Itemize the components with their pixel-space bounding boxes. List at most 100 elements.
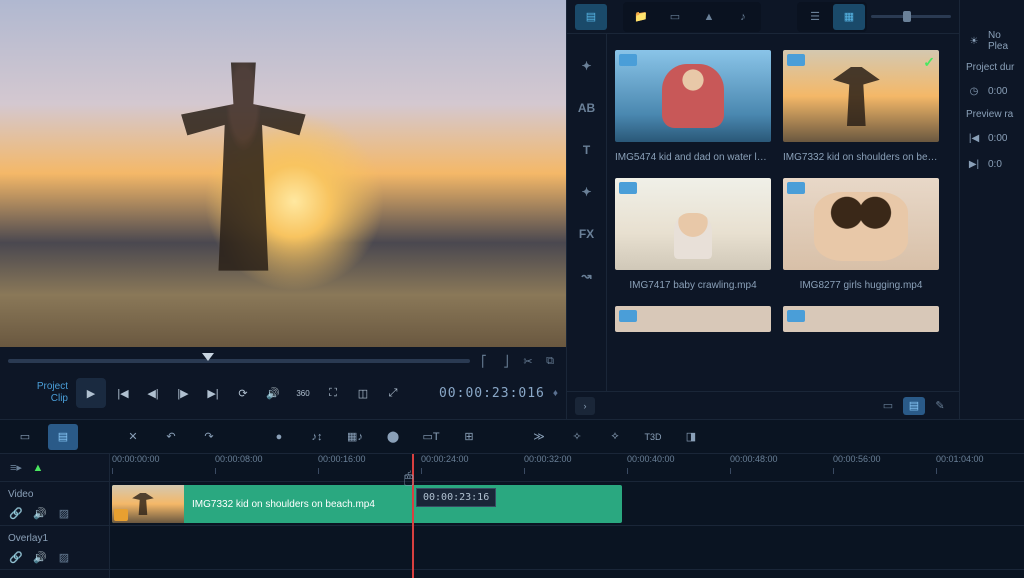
view-group: ☰ ▦ <box>797 2 867 32</box>
storyboard-view-icon[interactable]: ▭ <box>877 397 899 415</box>
scrub-marker[interactable] <box>202 353 214 361</box>
multi-cam-icon[interactable]: ⊞ <box>454 424 484 450</box>
add-track-icon[interactable]: ▲ <box>30 461 46 475</box>
next-frame-button[interactable]: |▶ <box>170 380 196 406</box>
speed-icon[interactable]: ≫ <box>524 424 554 450</box>
fx-wand-icon[interactable]: ✦ <box>573 54 601 78</box>
scrub-track[interactable] <box>8 359 470 363</box>
mark-in-icon: |◀ <box>966 130 982 146</box>
play-button[interactable]: ▶ <box>76 378 106 408</box>
link-icon[interactable]: 🔗 <box>8 506 24 520</box>
end-button[interactable]: ▶| <box>200 380 226 406</box>
preview-image <box>0 0 566 347</box>
storyboard-mode-icon[interactable]: ▭ <box>10 424 40 450</box>
check-icon: ✓ <box>923 54 935 71</box>
undo-icon[interactable]: ↶ <box>156 424 186 450</box>
mode-clip[interactable]: Clip <box>8 393 68 405</box>
filter-photo-icon[interactable]: ▲ <box>693 4 725 30</box>
title-icon[interactable]: T <box>573 138 601 162</box>
scroll-right-icon[interactable]: › <box>575 397 595 415</box>
fx-label-icon[interactable]: FX <box>573 222 601 246</box>
loop-button[interactable]: ⟳ <box>230 380 256 406</box>
clip-card[interactable]: IMG7417 baby crawling.mp4 <box>615 178 771 300</box>
timeline-view-icon[interactable]: ▤ <box>903 397 925 415</box>
overlay-track-header[interactable]: Overlay1 🔗 🔊 ▨ <box>0 526 109 570</box>
mute-icon[interactable]: 🔊 <box>32 506 48 520</box>
disable-icon[interactable]: ▨ <box>56 550 72 564</box>
auto-music-icon[interactable]: ▦♪ <box>340 424 370 450</box>
overlay-track-lane[interactable] <box>110 526 1024 570</box>
add-folder-icon[interactable]: 📁 <box>625 4 657 30</box>
disable-icon[interactable]: ▨ <box>56 506 72 520</box>
ab-transition-icon[interactable]: AB <box>573 96 601 120</box>
clip-card[interactable] <box>615 306 771 332</box>
crop-icon[interactable]: ⟡ <box>600 424 630 450</box>
library-panel: ▤ 📁 ▭ ▲ ♪ ☰ ▦ ✦ AB T <box>567 0 960 419</box>
clip-label: IMG7332 kid on shoulders on beach.mp4 <box>184 499 383 510</box>
copy-icon[interactable]: ⧉ <box>542 353 558 369</box>
list-view-icon[interactable]: ☰ <box>799 4 831 30</box>
split-screen-icon[interactable]: ◨ <box>676 424 706 450</box>
clip-card[interactable]: ✓ IMG7332 kid on shoulders on beach.mp4 <box>783 50 939 172</box>
playback-row: Project Clip ▶ |◀ ◀| |▶ ▶| ⟳ 🔊 360 ⛶ ◫ ⤢… <box>8 371 558 415</box>
timecode-end: ♦ <box>553 388 558 399</box>
time-ruler[interactable]: 00:00:00:00 00:00:08:00 00:00:16:00 00:0… <box>110 454 1024 482</box>
split-button[interactable]: ◫ <box>350 380 376 406</box>
timeline-clip[interactable]: IMG7332 kid on shoulders on beach.mp4 <box>112 485 622 523</box>
top-row: ⎡ ⎦ ✂ ⧉ Project Clip ▶ |◀ ◀| |▶ ▶| ⟳ <box>0 0 1024 420</box>
volume-button[interactable]: 🔊 <box>260 380 286 406</box>
audio-mixer-icon[interactable]: ♪↕ <box>302 424 332 450</box>
link-icon[interactable]: 🔗 <box>8 550 24 564</box>
prev-frame-button[interactable]: ◀| <box>140 380 166 406</box>
range-start[interactable]: |◀ 0:00 <box>966 130 1018 146</box>
expand-button[interactable]: ⤢ <box>380 380 406 406</box>
360-button[interactable]: 360 <box>290 380 316 406</box>
edit-view-icon[interactable]: ✎ <box>929 397 951 415</box>
library-body: ✦ AB T ✦ FX ↝ IMG5474 kid and dad on wat… <box>567 34 959 391</box>
timeline-area: ▭ ▤ ✕ ↶ ↷ ● ♪↕ ▦♪ ⬤ ▭T ⊞ ≫ ✧ ⟡ T3D ◨ ≡▸ … <box>0 420 1024 578</box>
fullscreen-button[interactable]: ⛶ <box>320 380 346 406</box>
path-icon[interactable]: ↝ <box>573 264 601 288</box>
clip-card[interactable] <box>783 306 939 332</box>
grid-view-icon[interactable]: ▦ <box>833 4 865 30</box>
video-track-lane[interactable]: IMG7332 kid on shoulders on beach.mp4 <box>110 482 1024 526</box>
filter-audio-icon[interactable]: ♪ <box>727 4 759 30</box>
thumbnail-size-slider[interactable] <box>871 15 951 18</box>
3d-title-icon[interactable]: T3D <box>638 424 668 450</box>
clip-card[interactable]: IMG5474 kid and dad on water lside.mp4 <box>615 50 771 172</box>
track-motion-icon[interactable]: ⬤ <box>378 424 408 450</box>
subtitle-icon[interactable]: ▭T <box>416 424 446 450</box>
range-end[interactable]: ▶| 0:0 <box>966 156 1018 172</box>
preview-canvas[interactable] <box>0 0 566 347</box>
home-button[interactable]: |◀ <box>110 380 136 406</box>
filter-video-icon[interactable]: ▭ <box>659 4 691 30</box>
scissors-icon[interactable]: ✂ <box>520 353 536 369</box>
library-footer: › ▭ ▤ ✎ <box>567 391 959 419</box>
motion-icon[interactable]: ✧ <box>562 424 592 450</box>
preview-range-label: Preview ra <box>966 109 1018 120</box>
track-lanes[interactable]: 00:00:00:00 00:00:08:00 00:00:16:00 00:0… <box>110 454 1024 578</box>
ruler-tick: 00:01:04:00 <box>936 454 984 464</box>
menu-icon[interactable]: ≡▸ <box>8 461 24 475</box>
mark-out-icon[interactable]: ⎦ <box>498 353 514 369</box>
video-badge-icon <box>619 182 637 194</box>
record-icon[interactable]: ● <box>264 424 294 450</box>
mode-project[interactable]: Project <box>8 381 68 393</box>
ruler-header: ≡▸ ▲ <box>0 454 109 482</box>
timeline-mode-icon[interactable]: ▤ <box>48 424 78 450</box>
playhead-handle-icon[interactable]: 🖱 <box>404 470 422 488</box>
clock-icon: ◷ <box>966 83 982 99</box>
clip-card[interactable]: IMG8277 girls hugging.mp4 <box>783 178 939 300</box>
mark-in-icon[interactable]: ⎡ <box>476 353 492 369</box>
ruler-tick: 00:00:24:00 <box>421 454 469 464</box>
mute-icon[interactable]: 🔊 <box>32 550 48 564</box>
media-tab[interactable]: ▤ <box>575 4 607 30</box>
preview-controls: ⎡ ⎦ ✂ ⧉ Project Clip ▶ |◀ ◀| |▶ ▶| ⟳ <box>0 347 566 419</box>
overlay-icon[interactable]: ✦ <box>573 180 601 204</box>
playhead[interactable]: 🖱 00:00:23:16 <box>412 454 414 578</box>
redo-icon[interactable]: ↷ <box>194 424 224 450</box>
timecode-display[interactable]: 00:00:23:016 <box>439 386 545 401</box>
project-duration: ◷ 0:00 <box>966 83 1018 99</box>
tools-icon[interactable]: ✕ <box>118 424 148 450</box>
video-track-header[interactable]: Video 🔗 🔊 ▨ <box>0 482 109 526</box>
